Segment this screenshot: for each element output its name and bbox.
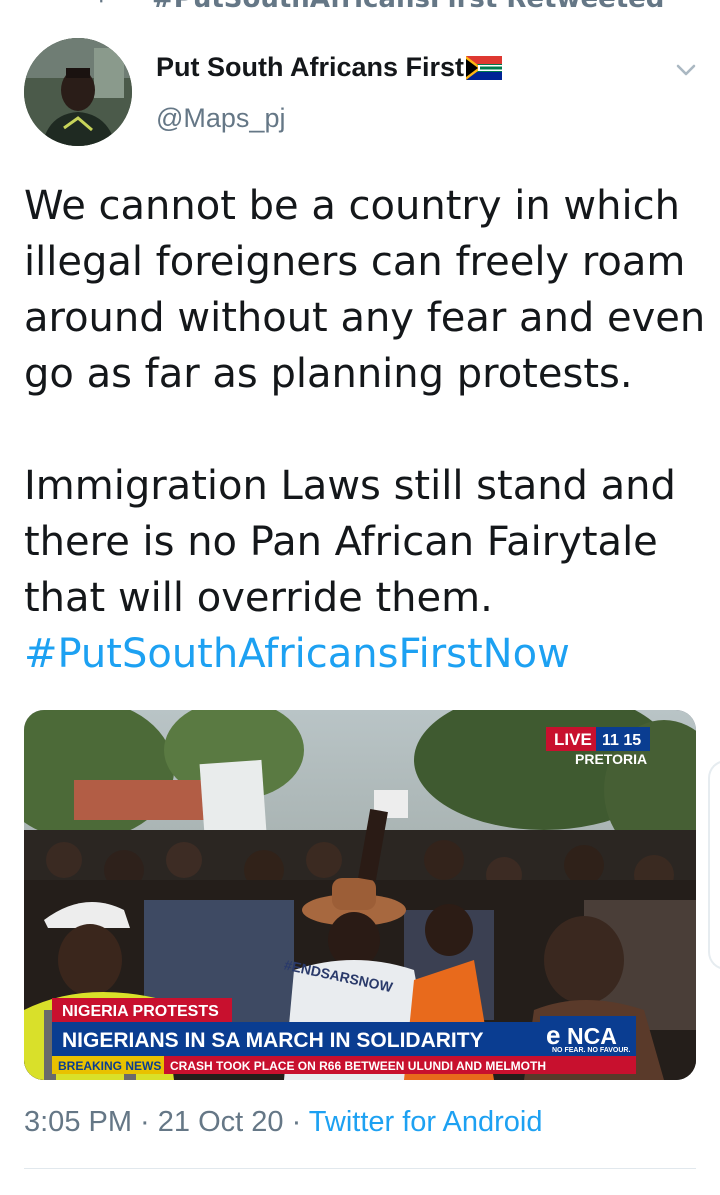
meta-separator: · xyxy=(132,1106,158,1138)
protest-sign xyxy=(199,759,267,837)
tweet-line: Immigration Laws still stand and xyxy=(24,463,676,509)
divider xyxy=(24,1168,696,1169)
south-africa-flag-icon xyxy=(466,55,503,80)
tweet-line: go as far as planning protests. xyxy=(24,351,633,397)
side-panel-edge xyxy=(708,760,720,970)
breaking-label: BREAKING NEWS xyxy=(58,1059,161,1073)
chevron-down-icon[interactable] xyxy=(674,58,698,82)
tweet-body: We cannot be a country in which illegal … xyxy=(24,178,706,682)
tweet-line: illegal foreigners can freely roam xyxy=(24,239,686,285)
tweet-meta: 3:05 PM · 21 Oct 20 · Twitter for Androi… xyxy=(24,1106,543,1139)
tweet-media-image[interactable]: #ENDSARSNOW LIVE 11 15 PRETORIA NIGERIA … xyxy=(24,710,696,1080)
avatar-photo xyxy=(24,38,132,146)
ticker-text: CRASH TOOK PLACE ON R66 BETWEEN ULUNDI A… xyxy=(170,1059,546,1073)
tweet-time: 3:05 PM xyxy=(24,1106,132,1138)
retweet-context[interactable]: #PutSouthAfricansFirst Retweeted xyxy=(100,0,664,14)
retweet-label: #PutSouthAfricansFirst Retweeted xyxy=(152,0,664,14)
tweet-line: around without any fear and even xyxy=(24,295,706,341)
meta-separator: · xyxy=(283,1106,309,1138)
avatar[interactable] xyxy=(24,38,132,146)
author-name-row[interactable]: Put South Africans First xyxy=(156,52,503,83)
author-handle[interactable]: @Maps_pj xyxy=(156,103,285,134)
building-roof xyxy=(74,780,204,820)
tweet-line: that will override them. xyxy=(24,575,493,621)
live-time: 11 15 xyxy=(602,732,641,749)
tweet-line: there is no Pan African Fairytale xyxy=(24,519,658,565)
headline: NIGERIANS IN SA MARCH IN SOLIDARITY xyxy=(62,1029,484,1052)
channel-logo-nca: NCA xyxy=(567,1023,617,1049)
channel-logo-e: e xyxy=(546,1020,560,1050)
display-name[interactable]: Put South Africans First xyxy=(156,52,464,83)
channel-tagline: NO FEAR. NO FAVOUR. xyxy=(552,1047,630,1054)
tweet-date: 21 Oct 20 xyxy=(157,1106,284,1138)
live-label: LIVE xyxy=(554,730,592,749)
tweet-line: We cannot be a country in which xyxy=(24,183,680,229)
hashtag-link[interactable]: #PutSouthAfricansFirstNow xyxy=(24,626,704,682)
tweet-source-link[interactable]: Twitter for Android xyxy=(309,1106,543,1138)
retweet-icon xyxy=(100,0,103,3)
topic-tag: NIGERIA PROTESTS xyxy=(62,1003,219,1020)
live-location: PRETORIA xyxy=(575,751,647,767)
